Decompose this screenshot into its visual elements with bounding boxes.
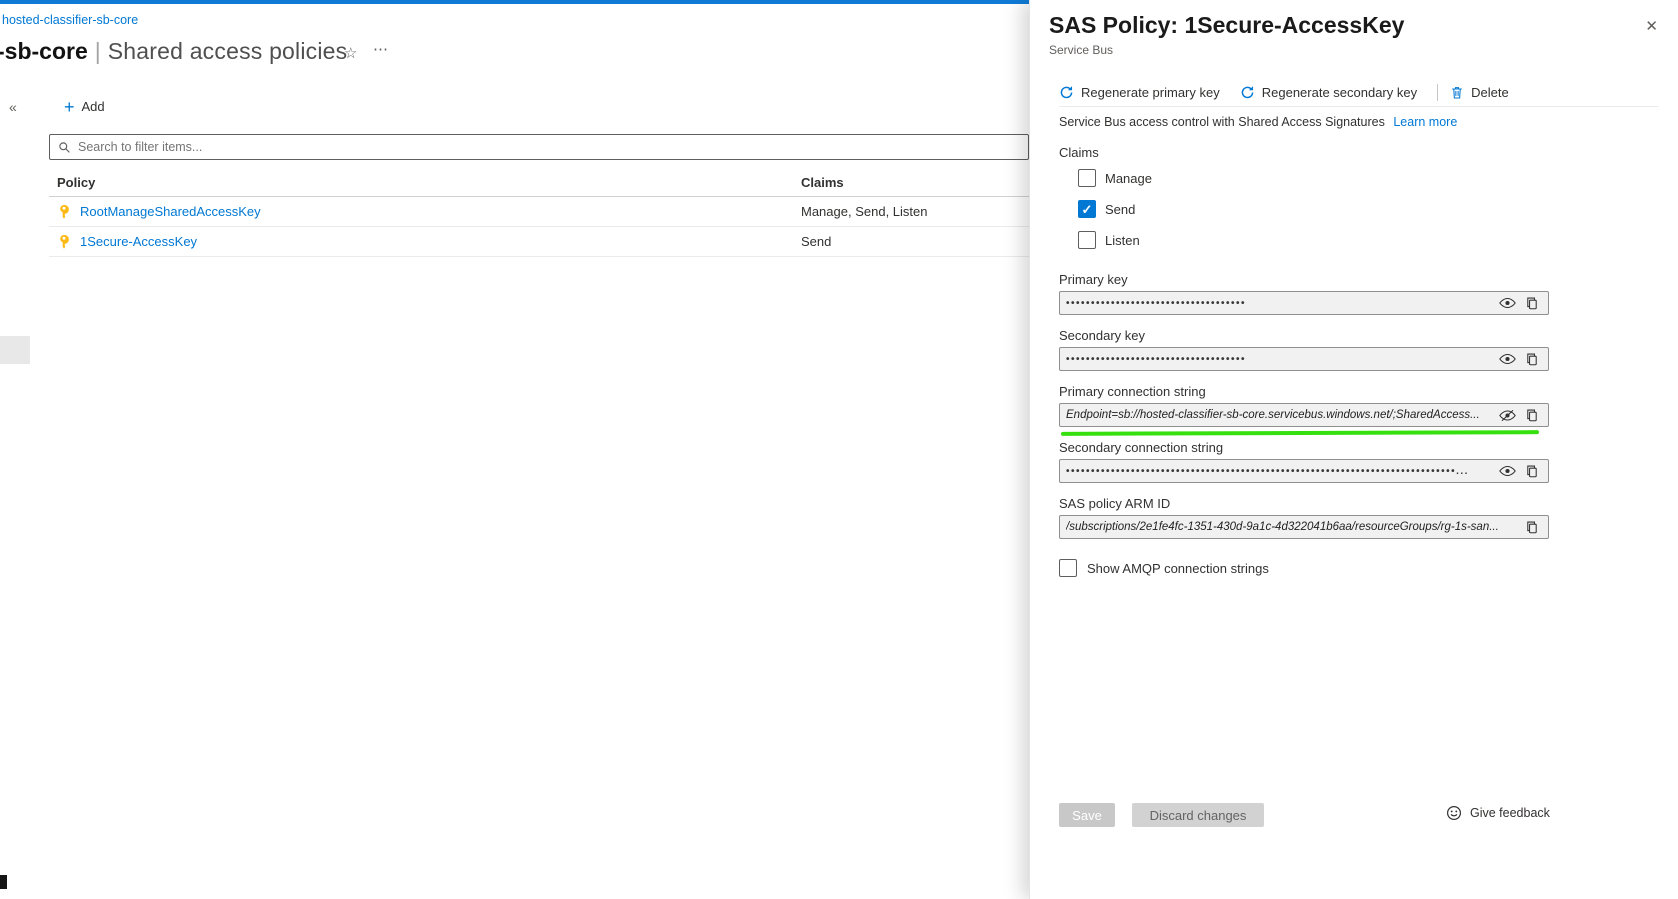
panel-toolbar: Regenerate primary key Regenerate second… (1059, 78, 1659, 107)
page-title-section: Shared access policies (108, 38, 348, 64)
table-row: 1Secure-AccessKey Send (49, 227, 1029, 257)
add-button[interactable]: + Add (64, 99, 105, 114)
column-header-policy: Policy (49, 175, 801, 190)
delete-button[interactable]: Delete (1450, 85, 1509, 100)
arm-id-label: SAS policy ARM ID (1059, 496, 1170, 511)
primary-connection-string-label: Primary connection string (1059, 384, 1206, 399)
close-icon[interactable]: ✕ (1645, 17, 1658, 35)
table-header-row: Policy Claims (49, 168, 1029, 197)
checkbox-unchecked[interactable] (1059, 559, 1077, 577)
policy-link[interactable]: 1Secure-AccessKey (80, 234, 197, 249)
claims-value: Manage, Send, Listen (801, 204, 1029, 219)
show-amqp-checkbox[interactable]: Show AMQP connection strings (1059, 559, 1269, 577)
page-title-resource: -sb-core (0, 38, 88, 64)
policy-link[interactable]: RootManageSharedAccessKey (80, 204, 261, 219)
table-row: RootManageSharedAccessKey Manage, Send, … (49, 197, 1029, 227)
policies-table: Policy Claims RootManageSharedAccessKey … (49, 168, 1029, 257)
primary-key-label: Primary key (1059, 272, 1128, 287)
primary-key-input[interactable]: •••••••••••••••••••••••••••••••••••• (1059, 291, 1549, 315)
secondary-connection-string-label: Secondary connection string (1059, 440, 1223, 455)
give-feedback-label: Give feedback (1470, 806, 1550, 820)
refresh-icon (1059, 85, 1074, 100)
show-value-eye-icon[interactable] (1497, 462, 1517, 480)
give-feedback-link[interactable]: Give feedback (1446, 805, 1550, 821)
copy-icon[interactable] (1522, 462, 1542, 480)
checkbox-unchecked[interactable] (1078, 231, 1096, 249)
panel-subtitle: Service Bus (1049, 43, 1113, 57)
regenerate-primary-key-button[interactable]: Regenerate primary key (1059, 85, 1220, 100)
description-text: Service Bus access control with Shared A… (1059, 115, 1385, 129)
regenerate-primary-key-label: Regenerate primary key (1081, 85, 1220, 100)
save-button[interactable]: Save (1059, 803, 1115, 827)
learn-more-link[interactable]: Learn more (1393, 115, 1457, 129)
claims-value: Send (801, 234, 1029, 249)
plus-icon: + (64, 100, 75, 114)
delete-label: Delete (1471, 85, 1509, 100)
key-icon (57, 235, 71, 249)
key-icon (57, 205, 71, 219)
secondary-key-value: •••••••••••••••••••••••••••••••••••• (1066, 354, 1492, 365)
copy-icon[interactable] (1522, 294, 1542, 312)
arm-id-value: /subscriptions/2e1fe4fc-1351-430d-9a1c-4… (1066, 521, 1517, 533)
sas-policy-panel: SAS Policy: 1Secure-AccessKey Service Bu… (1029, 0, 1678, 899)
filter-search-box[interactable] (49, 134, 1029, 160)
panel-description: Service Bus access control with Shared A… (1059, 115, 1457, 129)
toolbar-divider (1437, 84, 1438, 101)
secondary-connection-string-input[interactable]: ••••••••••••••••••••••••••••••••••••••••… (1059, 459, 1549, 483)
feedback-smiley-icon (1446, 805, 1462, 821)
primary-connection-string-input[interactable]: Endpoint=sb://hosted-classifier-sb-core.… (1059, 403, 1549, 427)
screen-artifact (0, 875, 7, 889)
regenerate-secondary-key-label: Regenerate secondary key (1262, 85, 1417, 100)
show-value-eye-icon[interactable] (1497, 350, 1517, 368)
claim-label: Send (1105, 202, 1135, 217)
copy-icon[interactable] (1522, 406, 1542, 424)
green-highlight-annotation (1061, 430, 1539, 436)
regenerate-secondary-key-button[interactable]: Regenerate secondary key (1240, 85, 1417, 100)
checkbox-unchecked[interactable] (1078, 169, 1096, 187)
copy-icon[interactable] (1522, 350, 1542, 368)
more-options-icon[interactable]: ⋯ (373, 40, 389, 58)
claim-checkbox-listen[interactable]: Listen (1078, 231, 1140, 249)
column-header-claims: Claims (801, 175, 1029, 190)
search-input[interactable] (78, 140, 1020, 154)
favorite-star-icon[interactable]: ☆ (344, 44, 357, 62)
page-title-separator: | (95, 38, 101, 64)
search-icon (58, 141, 71, 154)
hide-value-eye-slash-icon[interactable] (1497, 406, 1517, 424)
primary-connection-string-value: Endpoint=sb://hosted-classifier-sb-core.… (1066, 409, 1492, 421)
secondary-key-label: Secondary key (1059, 328, 1145, 343)
add-button-label: Add (82, 99, 105, 114)
secondary-key-input[interactable]: •••••••••••••••••••••••••••••••••••• (1059, 347, 1549, 371)
claim-label: Manage (1105, 171, 1152, 186)
breadcrumb[interactable]: hosted-classifier-sb-core (2, 13, 138, 27)
refresh-icon (1240, 85, 1255, 100)
page-title: -sb-core | Shared access policies (0, 38, 347, 65)
claim-checkbox-manage[interactable]: Manage (1078, 169, 1152, 187)
claim-checkbox-send[interactable]: ✓ Send (1078, 200, 1135, 218)
discard-changes-button[interactable]: Discard changes (1132, 803, 1264, 827)
arm-id-input[interactable]: /subscriptions/2e1fe4fc-1351-430d-9a1c-4… (1059, 515, 1549, 539)
secondary-connection-string-value: ••••••••••••••••••••••••••••••••••••••••… (1066, 466, 1492, 477)
show-value-eye-icon[interactable] (1497, 294, 1517, 312)
screen-artifact (0, 336, 30, 364)
primary-key-value: •••••••••••••••••••••••••••••••••••• (1066, 298, 1492, 309)
copy-icon[interactable] (1522, 518, 1542, 536)
claim-label: Listen (1105, 233, 1140, 248)
show-amqp-label: Show AMQP connection strings (1087, 561, 1269, 576)
claims-section-label: Claims (1059, 145, 1099, 160)
panel-title: SAS Policy: 1Secure-AccessKey (1049, 12, 1404, 39)
collapse-menu-icon[interactable]: « (9, 99, 17, 115)
checkbox-checked[interactable]: ✓ (1078, 200, 1096, 218)
checkmark-icon: ✓ (1082, 203, 1093, 216)
trash-icon (1450, 85, 1464, 100)
